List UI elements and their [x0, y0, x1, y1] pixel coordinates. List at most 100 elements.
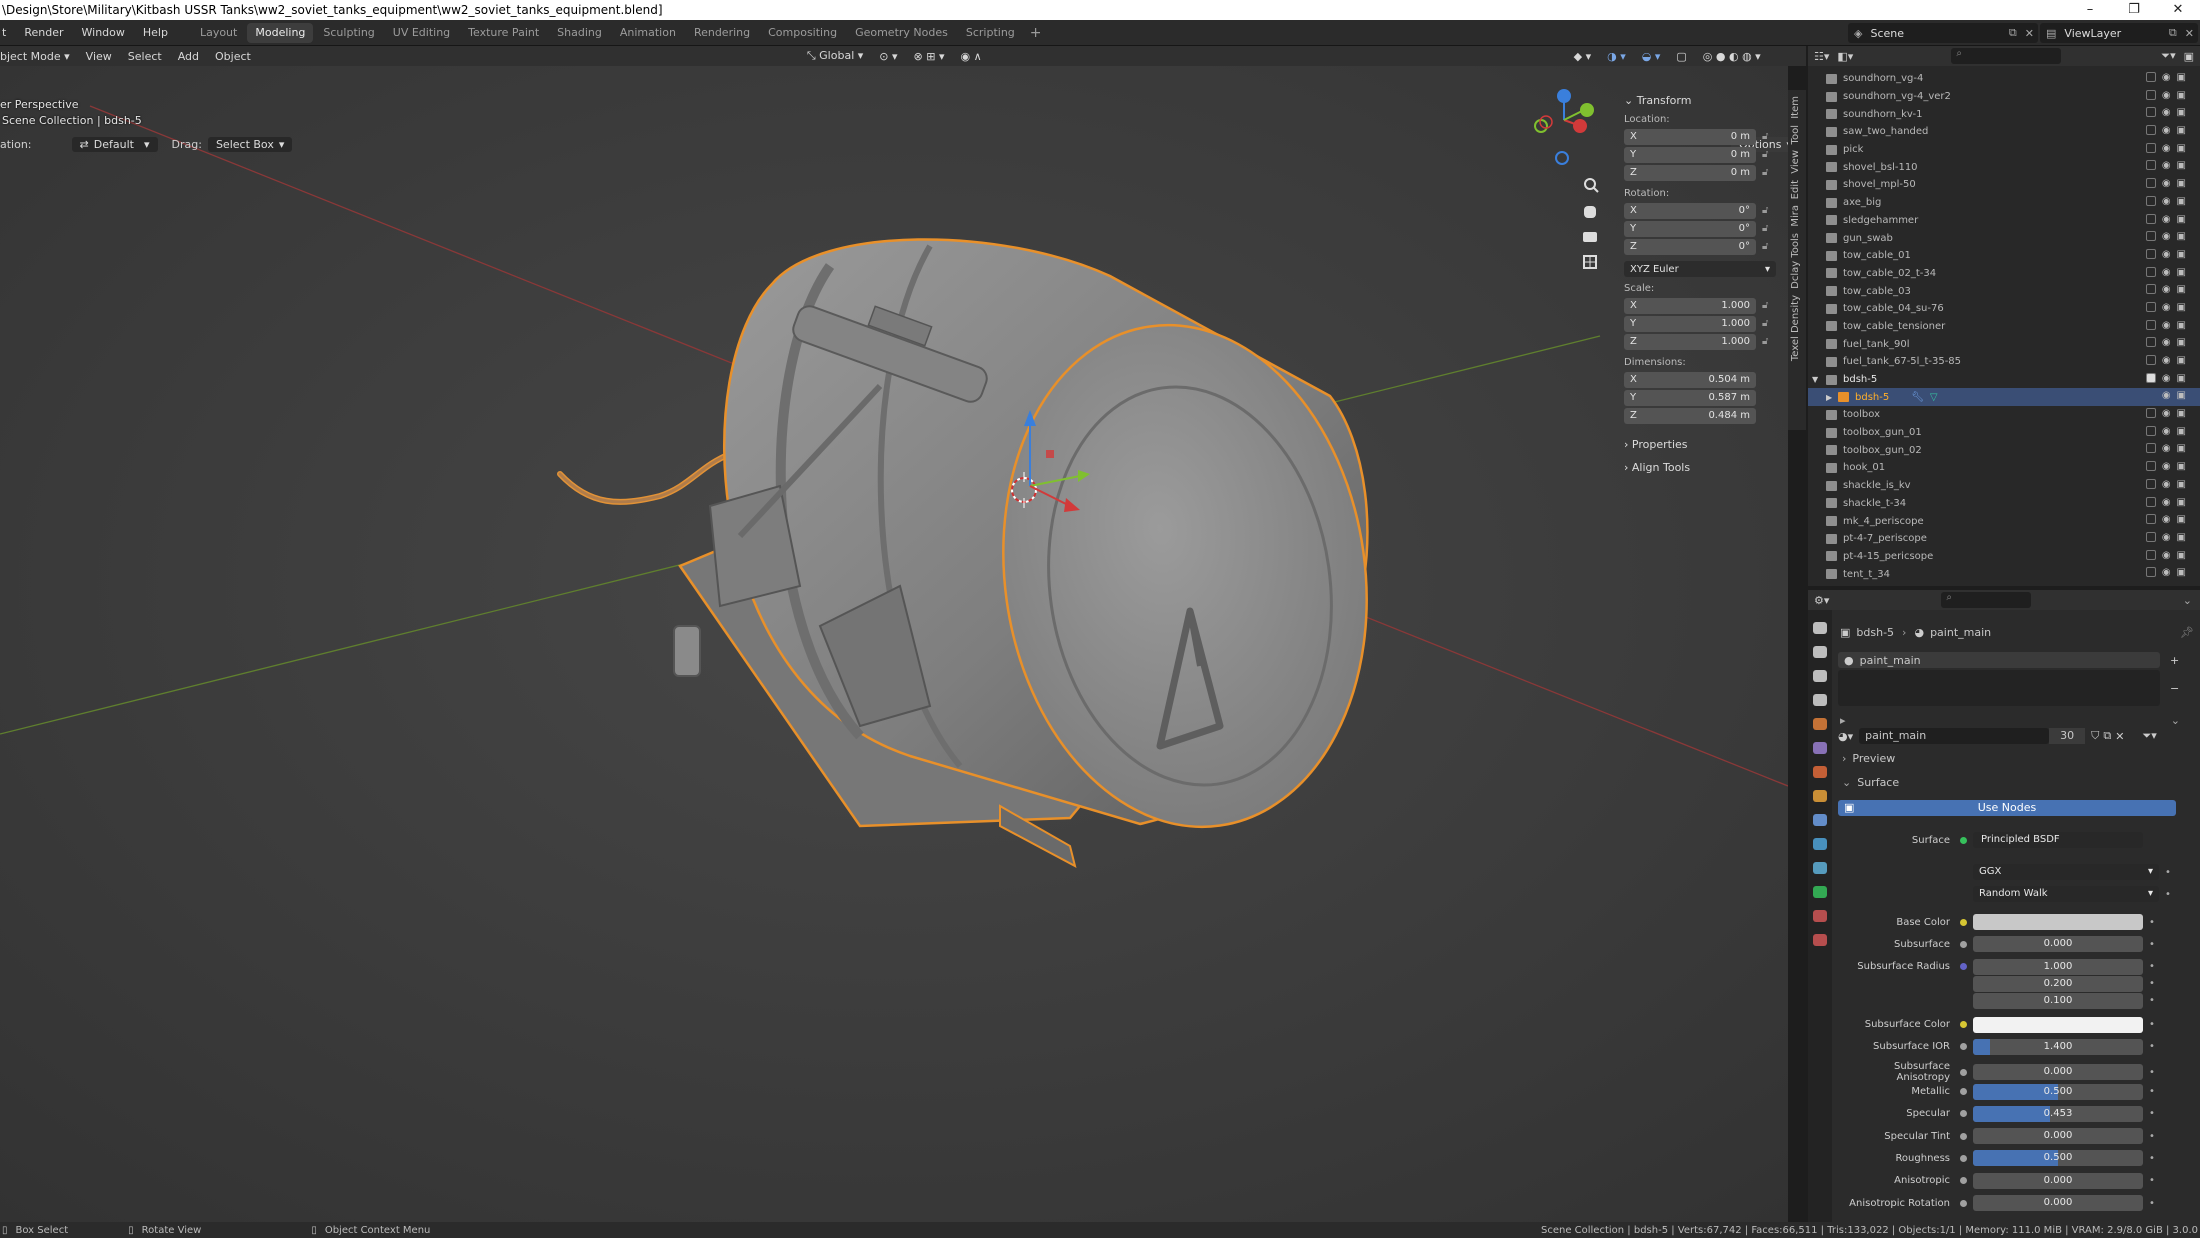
surface-shader-field[interactable]: Principled BSDF — [1973, 832, 2143, 848]
overlay-toggle[interactable]: ◒ ▾ — [1634, 50, 1669, 63]
eye-icon[interactable]: ◉ — [2162, 125, 2171, 136]
outliner-item[interactable]: soundhorn_vg-4_ver2 ◉ ▣ — [1808, 88, 2200, 106]
shader-input-field[interactable]: 1.400 — [1973, 1038, 2143, 1055]
camera-icon[interactable]: ▣ — [2177, 497, 2186, 508]
camera-icon[interactable]: ▣ — [2177, 461, 2186, 472]
exclude-checkbox[interactable] — [2145, 408, 2156, 419]
orientation-default-dropdown[interactable]: ⇄ Default ▾ — [71, 136, 158, 152]
camera-icon[interactable]: ▣ — [2177, 160, 2186, 171]
use-nodes-button[interactable]: ▣ Use Nodes — [1838, 800, 2176, 816]
animate-dot[interactable]: • — [2149, 917, 2155, 928]
outliner-item[interactable]: toolbox ◉ ▣ — [1808, 406, 2200, 424]
eye-icon[interactable]: ◉ — [2162, 72, 2171, 83]
shader-input-field[interactable]: 0.453 — [1973, 1105, 2143, 1122]
sidebar-tab[interactable]: Texel Density — [1790, 295, 1801, 361]
exclude-checkbox[interactable] — [2145, 443, 2156, 454]
camera-icon[interactable]: ▣ — [2177, 567, 2186, 578]
menu-help[interactable]: Help — [134, 20, 177, 46]
outliner-item[interactable]: hook_01 ◉ ▣ — [1808, 459, 2200, 477]
eye-icon[interactable]: ◉ — [2162, 479, 2171, 490]
rotation-z-field[interactable]: Z 0° — [1624, 238, 1756, 255]
outliner-item[interactable]: ▼ bdsh-5 ◉ ▣ — [1808, 371, 2200, 389]
exclude-checkbox[interactable] — [2145, 461, 2156, 472]
camera-icon[interactable]: ▣ — [2177, 214, 2186, 225]
orientation-dropdown[interactable]: ⤡ Global ▾ — [799, 49, 871, 63]
animate-dot[interactable]: • — [2149, 1086, 2155, 1097]
animate-dot[interactable]: • — [2165, 889, 2171, 900]
menu-render[interactable]: Render — [15, 20, 72, 46]
workspace-tab[interactable]: Shading — [549, 23, 610, 43]
expand-icon[interactable]: ▼ — [1812, 375, 1818, 384]
outliner-item[interactable]: pt-4-15_pericsope ◉ ▣ — [1808, 548, 2200, 566]
object-tab-icon[interactable] — [1813, 766, 1827, 778]
eye-icon[interactable]: ◉ — [2162, 178, 2171, 189]
animate-dot[interactable]: • — [2149, 1131, 2155, 1142]
viewport-canvas[interactable] — [0, 66, 1788, 1222]
scale-z-field[interactable]: Z 1.000 — [1624, 333, 1756, 350]
3d-viewport[interactable]: ation: ⇄ Default ▾ Drag: Select Box ▾ Opti… — [0, 66, 1788, 1222]
animate-dot[interactable]: • — [2149, 1175, 2155, 1186]
outliner-item[interactable]: axe_big ◉ ▣ — [1808, 194, 2200, 212]
exclude-checkbox[interactable] — [2145, 478, 2156, 489]
material-users-count[interactable]: 30 — [2049, 728, 2086, 744]
exclude-checkbox[interactable] — [2145, 160, 2156, 171]
camera-icon[interactable]: ▣ — [2177, 373, 2186, 384]
exclude-checkbox[interactable] — [2145, 284, 2156, 295]
shader-input-field[interactable]: 0.000 — [1973, 1064, 2143, 1081]
add-slot-button[interactable]: + — [2170, 654, 2179, 667]
camera-icon[interactable]: ▣ — [2177, 443, 2186, 454]
outliner-item[interactable]: fuel_tank_90l ◉ ▣ — [1808, 335, 2200, 353]
eye-icon[interactable]: ◉ — [2162, 373, 2171, 384]
menu-window[interactable]: Window — [73, 20, 134, 46]
shader-input-field[interactable]: 0.500 — [1973, 1150, 2143, 1167]
lock-icon[interactable]: 🔓︎ — [1762, 318, 1778, 330]
close-icon[interactable]: ✕ — [2025, 27, 2034, 40]
properties-panel-header[interactable]: › Properties — [1624, 438, 1776, 451]
sidebar-tab[interactable]: Dclay Tools — [1790, 233, 1801, 289]
camera-icon[interactable]: ▣ — [2177, 426, 2186, 437]
object-menu[interactable]: Object — [207, 50, 259, 63]
camera-icon[interactable]: ▣ — [2177, 550, 2186, 561]
fake-user-icon[interactable]: ⛉ — [2091, 729, 2099, 743]
visibility-toggle[interactable]: ◑ ▾ — [1599, 50, 1634, 63]
eye-icon[interactable]: ◉ — [2162, 196, 2171, 207]
add-workspace-button[interactable]: + — [1024, 25, 1048, 41]
animate-dot[interactable]: • — [2149, 1198, 2155, 1209]
gizmo-toggle[interactable]: ◆ ▾ — [1566, 50, 1599, 63]
eye-icon[interactable]: ◉ — [2162, 443, 2171, 454]
exclude-checkbox[interactable] — [2145, 301, 2156, 312]
sidebar-tab[interactable]: Item — [1790, 96, 1801, 119]
exclude-checkbox[interactable] — [2145, 125, 2156, 136]
exclude-checkbox[interactable] — [2145, 142, 2156, 153]
material-browse-icon[interactable]: ◕▾ — [1838, 730, 1853, 743]
animate-dot[interactable]: • — [2165, 867, 2171, 878]
expand-icon[interactable]: ▶ — [1826, 393, 1832, 402]
outliner-item[interactable]: toolbox_gun_02 ◉ ▣ — [1808, 441, 2200, 459]
camera-icon[interactable]: ▣ — [2177, 514, 2186, 525]
lock-icon[interactable]: 🔓︎ — [1762, 149, 1778, 161]
shader-input-field[interactable]: 0.000 — [1973, 936, 2143, 953]
camera-icon[interactable]: ▣ — [2177, 267, 2186, 278]
eye-icon[interactable]: ◉ — [2162, 302, 2171, 313]
slot-specials-icon[interactable]: ⌄ — [2171, 714, 2180, 727]
lock-icon[interactable]: 🔓︎ — [1762, 131, 1778, 143]
tool-tab-icon[interactable] — [1813, 622, 1827, 634]
lock-icon[interactable]: 🔓︎ — [1762, 300, 1778, 312]
scale-x-field[interactable]: X 1.000 — [1624, 297, 1756, 314]
workspace-tab[interactable]: Scripting — [958, 23, 1023, 43]
close-button[interactable]: ✕ — [2156, 0, 2200, 20]
exclude-checkbox[interactable] — [2145, 531, 2156, 542]
eye-icon[interactable]: ◉ — [2162, 337, 2171, 348]
camera-icon[interactable]: ▣ — [2177, 320, 2186, 331]
align-tools-panel-header[interactable]: › Align Tools — [1624, 461, 1776, 474]
transform-panel-header[interactable]: ⌄ Transform — [1624, 94, 1776, 107]
eye-icon[interactable]: ◉ — [2162, 143, 2171, 154]
eye-icon[interactable]: ◉ — [2162, 355, 2171, 366]
camera-icon[interactable]: ▣ — [2177, 532, 2186, 543]
animate-dot[interactable]: • — [2149, 1067, 2155, 1078]
remove-slot-button[interactable]: − — [2170, 682, 2179, 695]
camera-icon[interactable]: ▣ — [2177, 390, 2186, 401]
exclude-checkbox[interactable] — [2145, 496, 2156, 507]
camera-icon[interactable]: ▣ — [2177, 196, 2186, 207]
material-tab-icon[interactable] — [1813, 910, 1827, 922]
